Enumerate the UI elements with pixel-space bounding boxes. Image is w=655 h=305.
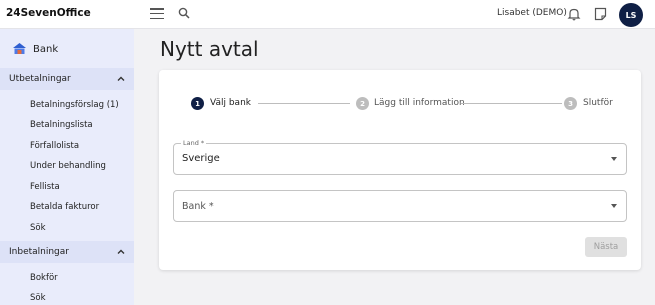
country-legend: Land * xyxy=(181,139,207,147)
user-name[interactable]: Lisabet (DEMO) xyxy=(497,8,567,18)
step-3-label: Slutför xyxy=(583,98,613,108)
bank-icon xyxy=(13,43,26,54)
step-1-label: Välj bank xyxy=(210,98,251,108)
step-2-label: Lägg till information xyxy=(374,98,465,108)
logo[interactable]: 24SevenOffice xyxy=(6,7,91,19)
sidebar-bank-header[interactable]: Bank xyxy=(12,42,58,56)
top-bar: 24SevenOffice Lisabet (DEMO) LS xyxy=(0,0,655,29)
agreement-card: 1 Välj bank 2 Lägg till information 3 Sl… xyxy=(159,70,641,270)
avatar-initials: LS xyxy=(625,10,637,20)
nav-item-forfallolista[interactable]: Förfallolista xyxy=(30,141,79,151)
step-connector xyxy=(258,103,350,104)
nav-item-under-behandling[interactable]: Under behandling xyxy=(30,161,106,171)
bank-select[interactable]: Bank * xyxy=(173,190,627,222)
avatar[interactable]: LS xyxy=(619,3,643,27)
dropdown-arrow-icon xyxy=(611,157,617,161)
bank-label: Bank xyxy=(33,43,59,55)
nav-item-betalningsforslag[interactable]: Betalningsförslag (1) xyxy=(30,100,119,110)
page-title: Nytt avtal xyxy=(160,37,259,61)
nav-item-sok-utbetalningar[interactable]: Sök xyxy=(30,223,46,233)
chevron-up-icon[interactable] xyxy=(117,248,125,256)
nav-item-sok-inbetalningar[interactable]: Sök xyxy=(30,293,46,303)
step-1-number: 1 xyxy=(191,97,204,110)
bank-placeholder: Bank * xyxy=(182,201,214,212)
sidebar: Bank Utbetalningar Betalningsförslag (1)… xyxy=(0,29,134,305)
section-utbetalningar[interactable]: Utbetalningar xyxy=(0,68,134,90)
search-icon[interactable] xyxy=(178,7,190,19)
nav-item-fellista[interactable]: Fellista xyxy=(30,182,60,192)
country-select[interactable]: Land * Sverige xyxy=(173,139,627,175)
bell-icon[interactable] xyxy=(567,7,581,21)
nav-item-bokfor[interactable]: Bokför xyxy=(30,273,58,283)
section-title: Inbetalningar xyxy=(9,247,69,257)
next-button[interactable]: Nästa xyxy=(585,237,627,257)
section-title: Utbetalningar xyxy=(9,74,71,84)
step-3-number: 3 xyxy=(564,97,577,110)
step-2-number: 2 xyxy=(356,97,369,110)
stepper: 1 Välj bank 2 Lägg till information 3 Sl… xyxy=(159,96,641,112)
logo-text: 24SevenOffice xyxy=(6,7,91,19)
nav-item-betalningslista[interactable]: Betalningslista xyxy=(30,120,93,130)
country-value: Sverige xyxy=(182,153,220,164)
menu-icon[interactable] xyxy=(150,8,164,20)
nav-item-betalda-fakturor[interactable]: Betalda fakturor xyxy=(30,202,99,212)
dropdown-arrow-icon xyxy=(611,204,617,208)
step-connector xyxy=(461,103,562,104)
chevron-up-icon[interactable] xyxy=(117,75,125,83)
notes-icon[interactable] xyxy=(594,7,607,21)
section-inbetalningar[interactable]: Inbetalningar xyxy=(0,241,134,263)
